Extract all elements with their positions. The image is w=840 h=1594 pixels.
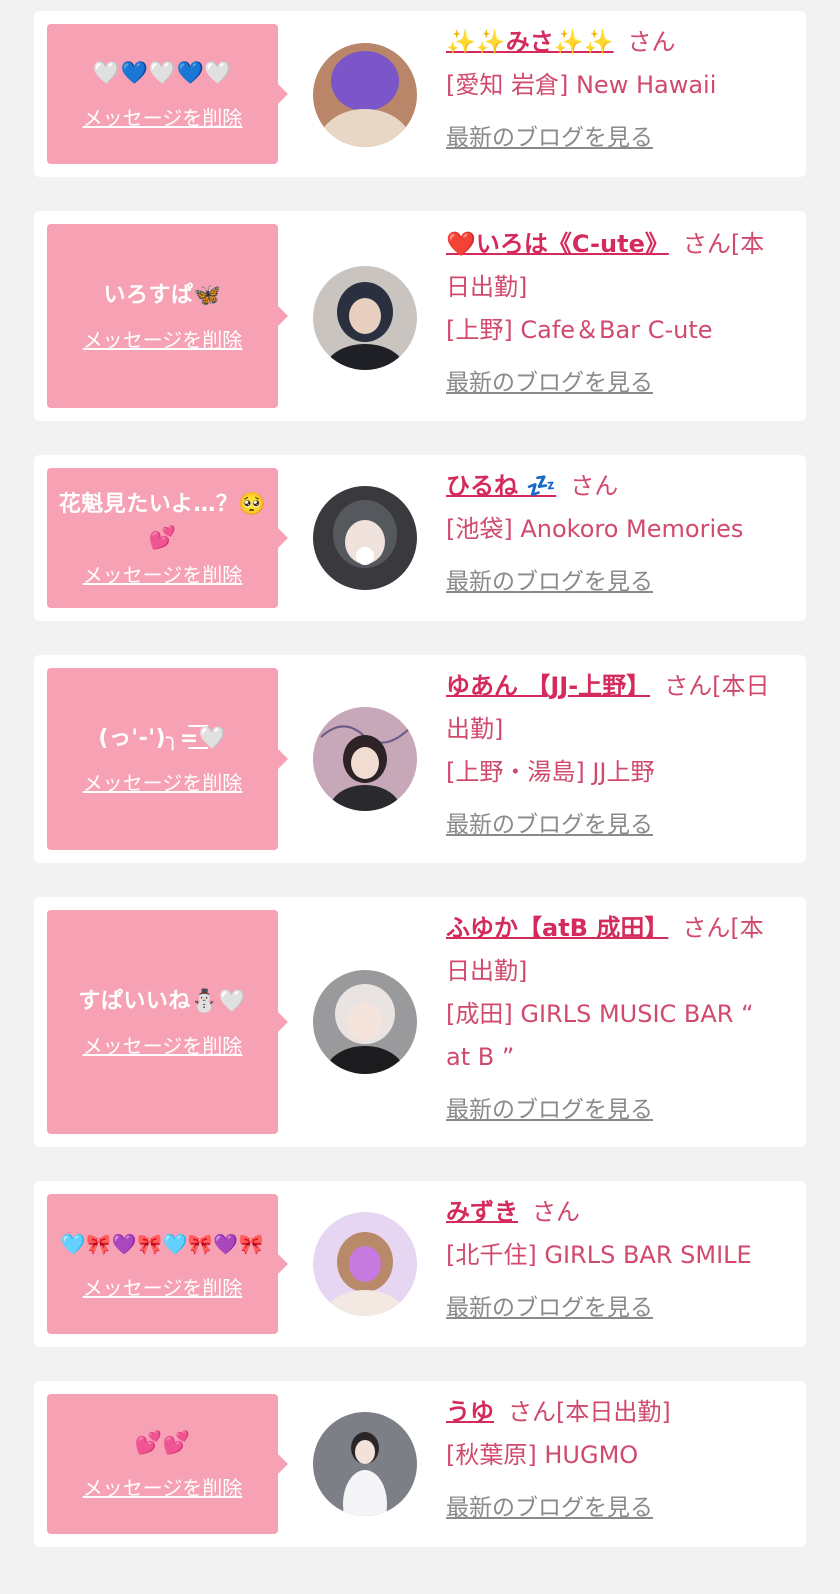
message-bubble: 💕💕 メッセージを削除 (47, 1394, 288, 1534)
latest-blog-link[interactable]: 最新のブログを見る (446, 1287, 653, 1330)
member-info: ひるね 💤 さん [池袋] Anokoro Memories 最新のブログを見る (446, 465, 776, 604)
member-name-link[interactable]: みずき (446, 1198, 518, 1226)
name-line: ふゆか【atB 成田】 さん[本日出勤] (446, 907, 776, 993)
name-line: うゆ さん[本日出勤] (446, 1391, 776, 1434)
message-card: (っ'-')╮=͟͟͞͞🤍 メッセージを削除 ゆあん 【JJ-上野】 さん[本日出… (34, 655, 806, 863)
avatar[interactable] (313, 43, 417, 147)
member-info: うゆ さん[本日出勤] [秋葉原] HUGMO 最新のブログを見る (446, 1391, 776, 1530)
message-bubble: いろすぱ🦋 メッセージを削除 (47, 224, 288, 408)
message-text: 🤍💙🤍💙🤍 (92, 61, 233, 86)
message-bubble: 🩵🎀💜🎀🩵🎀💜🎀 メッセージを削除 (47, 1194, 288, 1334)
delete-message-link[interactable]: メッセージを削除 (83, 562, 243, 588)
member-name-link[interactable]: ひるね 💤 (446, 472, 556, 500)
honorific: さん[本日出勤] (508, 1398, 671, 1426)
message-text: いろすぱ🦋 (103, 283, 222, 308)
message-text: 🩵🎀💜🎀🩵🎀💜🎀 (60, 1232, 265, 1256)
honorific: さん (570, 472, 619, 500)
delete-message-link[interactable]: メッセージを削除 (83, 1275, 243, 1301)
honorific: さん (627, 28, 676, 56)
user-photo-icon (313, 43, 417, 147)
name-line: ひるね 💤 さん (446, 465, 776, 508)
avatar[interactable] (313, 970, 417, 1074)
user-photo-icon (313, 970, 417, 1074)
message-card: 花魁見たいよ…？🥺💕 メッセージを削除 ひるね 💤 さん [池袋] Anokoro… (34, 455, 806, 621)
message-bubble: 花魁見たいよ…？🥺💕 メッセージを削除 (47, 468, 288, 608)
delete-message-link[interactable]: メッセージを削除 (83, 770, 243, 796)
name-line: みずき さん (446, 1191, 776, 1234)
shop-label: [上野] Cafe＆Bar C-ute (446, 316, 713, 344)
user-photo-icon (313, 266, 417, 370)
member-name-link[interactable]: ふゆか【atB 成田】 (446, 914, 668, 942)
message-text: すぱいいね⛄️🤍 (78, 989, 247, 1014)
latest-blog-link[interactable]: 最新のブログを見る (446, 117, 653, 160)
honorific: さん (532, 1198, 580, 1226)
name-line: ✨✨みさ✨✨ さん (446, 21, 776, 64)
message-card: いろすぱ🦋 メッセージを削除 ❤️いろは《C-ute》 さん[本日出勤] [上野]… (34, 211, 806, 421)
message-text: 花魁見たいよ…？🥺💕 (58, 492, 267, 551)
shop-label: [上野・湯島] JJ上野 (446, 758, 655, 786)
latest-blog-link[interactable]: 最新のブログを見る (446, 1487, 653, 1530)
avatar[interactable] (313, 1212, 417, 1316)
message-bubble: すぱいいね⛄️🤍 メッセージを削除 (47, 910, 288, 1134)
message-text: (っ'-')╮=͟͟͞͞🤍 (98, 726, 227, 751)
user-photo-icon (313, 1212, 417, 1316)
name-line: ゆあん 【JJ-上野】 さん[本日出勤] (446, 665, 776, 751)
member-info: ✨✨みさ✨✨ さん [愛知 岩倉] New Hawaii 最新のブログを見る (446, 21, 776, 160)
member-info: ゆあん 【JJ-上野】 さん[本日出勤] [上野・湯島] JJ上野 最新のブログを… (446, 665, 776, 847)
latest-blog-link[interactable]: 最新のブログを見る (446, 561, 653, 604)
avatar[interactable] (313, 707, 417, 811)
shop-label: [成田] GIRLS MUSIC BAR “ at B ” (446, 1000, 754, 1071)
message-text: 💕💕 (134, 1431, 191, 1456)
shop-label: [池袋] Anokoro Memories (446, 515, 744, 543)
member-info: みずき さん [北千住] GIRLS BAR SMILE 最新のブログを見る (446, 1191, 776, 1330)
avatar[interactable] (313, 1412, 417, 1516)
message-bubble: (っ'-')╮=͟͟͞͞🤍 メッセージを削除 (47, 668, 288, 850)
message-bubble: 🤍💙🤍💙🤍 メッセージを削除 (47, 24, 288, 164)
delete-message-link[interactable]: メッセージを削除 (83, 1475, 243, 1501)
member-name-link[interactable]: ❤️いろは《C-ute》 (446, 230, 669, 258)
name-line: ❤️いろは《C-ute》 さん[本日出勤] (446, 223, 776, 309)
delete-message-link[interactable]: メッセージを削除 (83, 105, 243, 131)
delete-message-link[interactable]: メッセージを削除 (83, 1033, 243, 1059)
message-list: 🤍💙🤍💙🤍 メッセージを削除 ✨✨みさ✨✨ さん [愛知 岩倉] New Hawa… (0, 0, 840, 1594)
member-info: ふゆか【atB 成田】 さん[本日出勤] [成田] GIRLS MUSIC BAR… (446, 907, 776, 1132)
member-name-link[interactable]: ゆあん 【JJ-上野】 (446, 672, 650, 700)
member-name-link[interactable]: ✨✨みさ✨✨ (446, 28, 614, 56)
latest-blog-link[interactable]: 最新のブログを見る (446, 1089, 653, 1132)
message-card: 🤍💙🤍💙🤍 メッセージを削除 ✨✨みさ✨✨ さん [愛知 岩倉] New Hawa… (34, 11, 806, 177)
latest-blog-link[interactable]: 最新のブログを見る (446, 804, 653, 847)
member-info: ❤️いろは《C-ute》 さん[本日出勤] [上野] Cafe＆Bar C-ute… (446, 223, 776, 405)
avatar[interactable] (313, 266, 417, 370)
shop-label: [秋葉原] HUGMO (446, 1441, 639, 1469)
avatar[interactable] (313, 486, 417, 590)
user-photo-icon (313, 1412, 417, 1516)
delete-message-link[interactable]: メッセージを削除 (83, 327, 243, 353)
message-card: すぱいいね⛄️🤍 メッセージを削除 ふゆか【atB 成田】 さん[本日出勤] [成… (34, 897, 806, 1147)
user-photo-icon (313, 707, 417, 811)
shop-label: [愛知 岩倉] New Hawaii (446, 71, 717, 99)
latest-blog-link[interactable]: 最新のブログを見る (446, 362, 653, 405)
member-name-link[interactable]: うゆ (446, 1398, 494, 1426)
message-card: 🩵🎀💜🎀🩵🎀💜🎀 メッセージを削除 みずき さん [北千住] GIRLS BAR … (34, 1181, 806, 1347)
message-card: 💕💕 メッセージを削除 うゆ さん[本日出勤] [秋葉原] HUGMO 最新のブロ… (34, 1381, 806, 1547)
shop-label: [北千住] GIRLS BAR SMILE (446, 1241, 752, 1269)
user-photo-icon (313, 486, 417, 590)
